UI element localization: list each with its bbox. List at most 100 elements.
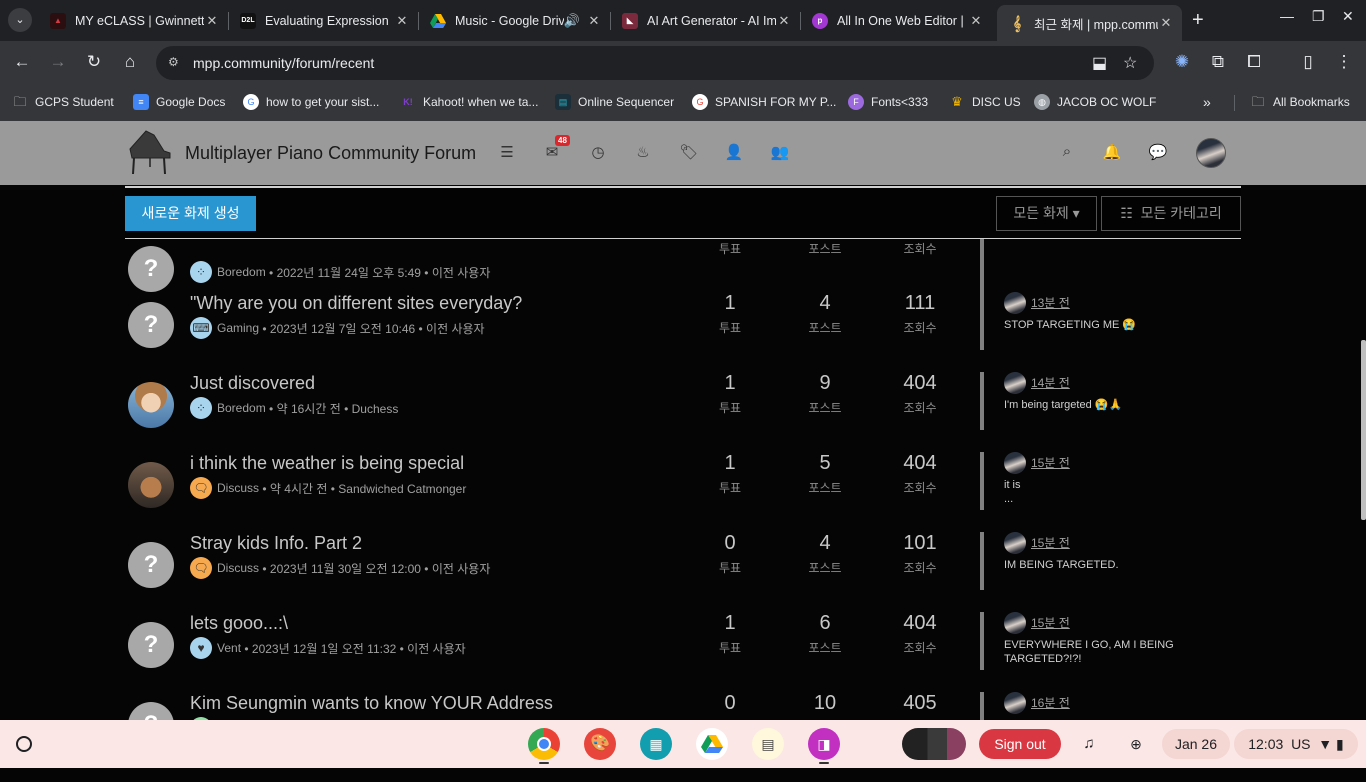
all-categories-button[interactable]: ☷ 모든 카테고리 <box>1101 196 1241 231</box>
piano-logo-icon[interactable] <box>124 127 174 177</box>
all-topics-dropdown[interactable]: 모든 화제 ▾ <box>996 196 1097 231</box>
classroom-app-icon[interactable]: ▦ <box>640 728 672 760</box>
topic-author-avatar[interactable] <box>128 382 174 428</box>
heart-icon[interactable]: ♥ <box>190 637 212 659</box>
last-reply[interactable]: 15분 전 IM BEING TARGETED. <box>980 532 1220 590</box>
last-reply-message: it is ... <box>1004 479 1021 505</box>
topic-author-avatar[interactable]: ? <box>128 622 174 668</box>
topic-title[interactable]: Just discovered <box>190 373 315 394</box>
topic-title[interactable]: "Why are you on different sites everyday… <box>190 293 522 314</box>
recent-clock-icon[interactable]: ◷ <box>587 143 609 163</box>
forum-brand-title[interactable]: Multiplayer Piano Community Forum <box>185 143 476 164</box>
last-reply[interactable]: 13분 전 STOP TARGETING ME 😭 <box>980 292 1220 350</box>
topic-category[interactable]: Discuss <box>217 561 259 575</box>
status-tray[interactable]: 12:03 US ▼ ▮ <box>1234 729 1358 759</box>
last-reply-avatar[interactable] <box>1004 612 1026 634</box>
topic-title[interactable]: i think the weather is being special <box>190 453 464 474</box>
last-reply-time[interactable]: 13분 전 <box>1031 294 1070 311</box>
views-stat: 101 조회수 <box>890 532 950 576</box>
topic-title[interactable]: Kim Seungmin wants to know YOUR Address <box>190 693 553 714</box>
views-stat: 조회수 <box>890 236 950 257</box>
google-drive-app-icon[interactable] <box>696 728 728 760</box>
posts-stat: 4 포스트 <box>795 532 855 576</box>
chat-icon[interactable]: 🗨 <box>190 477 212 499</box>
topic-category[interactable]: Boredom <box>217 265 266 279</box>
date-tray[interactable]: Jan 26 <box>1162 729 1230 759</box>
topic-author-avatar[interactable]: ? <box>128 246 174 292</box>
votes-label: 투표 <box>718 401 742 415</box>
topic-category[interactable]: Gaming <box>217 321 259 335</box>
votes-stat: 1 투표 <box>700 612 760 656</box>
topic-meta: ⌨ Gaming • 2023년 12월 7일 오전 10:46 • 이전 사용자 <box>190 317 485 339</box>
search-icon[interactable]: ⌕ <box>1056 143 1078 163</box>
new-topic-button[interactable]: 새로운 화제 생성 <box>125 196 256 231</box>
votes-count: 1 <box>724 612 736 634</box>
posts-count: 5 <box>819 452 831 474</box>
last-reply-time[interactable]: 15분 전 <box>1031 614 1070 631</box>
groups-icon[interactable]: 👥 <box>769 143 791 163</box>
topic-author-avatar[interactable]: ? <box>128 542 174 588</box>
topic-row[interactable]: ? Stray kids Info. Part 2 🗨 Discuss • 2023년… <box>125 532 1241 622</box>
topic-author-avatar[interactable]: ? <box>128 302 174 348</box>
topic-category[interactable]: Discuss <box>217 481 259 495</box>
last-reply-time[interactable]: 15분 전 <box>1031 534 1070 551</box>
chat-icon[interactable]: 💬 <box>1147 143 1169 163</box>
posts-count: 4 <box>819 292 831 314</box>
unread-badge: 48 <box>555 135 570 146</box>
last-reply-time[interactable]: 14분 전 <box>1031 374 1070 391</box>
keyboard-icon[interactable]: ⌨ <box>190 317 212 339</box>
web-editor-app-icon[interactable]: ◨ <box>808 728 840 764</box>
notes-app-icon[interactable]: ▤ <box>752 728 784 760</box>
all-topics-label: 모든 화제 <box>1013 205 1069 221</box>
last-reply-avatar[interactable] <box>1004 692 1026 714</box>
topic-category[interactable]: Vent <box>217 641 241 655</box>
last-reply[interactable]: 14분 전 I'm being targeted 😭🙏 <box>980 372 1220 430</box>
topic-title[interactable]: lets gooo...:\ <box>190 613 288 634</box>
inbox-icon[interactable]: ✉ <box>541 143 563 163</box>
topic-category[interactable]: Boredom <box>217 401 266 415</box>
scrollbar-thumb[interactable] <box>1361 340 1366 520</box>
last-reply-avatar[interactable] <box>1004 532 1026 554</box>
chrome-app-icon[interactable] <box>528 728 560 764</box>
tags-icon[interactable]: 🏷 <box>678 143 700 163</box>
notifications-bell-icon[interactable]: 🔔 <box>1101 143 1123 163</box>
popular-fire-icon[interactable]: ♨ <box>632 143 654 163</box>
canvas-paint-app-icon[interactable]: 🎨 <box>584 728 616 760</box>
posts-stat: 포스트 <box>795 236 855 257</box>
topic-row[interactable]: Just discovered ⁘ Boredom • 약 16시간 전 • Duc… <box>125 372 1241 462</box>
launcher-circle-icon[interactable] <box>16 736 32 752</box>
sign-out-button[interactable]: Sign out <box>979 729 1061 759</box>
topic-row[interactable]: i think the weather is being special 🗨 Dis… <box>125 452 1241 542</box>
views-stat: 111 조회수 <box>890 292 950 336</box>
add-circle-icon[interactable]: ⊕ <box>1120 729 1152 759</box>
views-label: 조회수 <box>903 561 937 575</box>
last-reply-avatar[interactable] <box>1004 452 1026 474</box>
views-label: 조회수 <box>903 401 937 415</box>
user-avatar[interactable] <box>1196 138 1226 168</box>
holding-space-thumbnails[interactable] <box>902 728 966 760</box>
last-reply[interactable]: 15분 전 EVERYWHERE I GO, AM I BEING TARGETE… <box>980 612 1220 670</box>
topic-row[interactable]: ? lets gooo...:\ ♥ Vent • 2023년 12월 1일 오전 1… <box>125 612 1241 702</box>
dots-icon[interactable]: ⁘ <box>190 397 212 419</box>
last-reply[interactable] <box>980 236 1220 294</box>
last-reply-message: EVERYWHERE I GO, AM I BEING TARGETED?!?! <box>1004 639 1174 665</box>
dots-icon[interactable]: ⁘ <box>190 261 212 283</box>
posts-label: 포스트 <box>808 401 842 415</box>
last-reply-time[interactable]: 16분 전 <box>1031 694 1070 711</box>
user-icon[interactable]: 👤 <box>723 143 745 163</box>
topic-timestamp-author: • 약 4시간 전 • Sandwiched Catmonger <box>262 481 467 496</box>
topic-row[interactable]: ? "Why are you on different sites everyda… <box>125 292 1241 382</box>
topic-title[interactable]: Stray kids Info. Part 2 <box>190 533 362 554</box>
last-reply-avatar[interactable] <box>1004 292 1026 314</box>
last-reply-time[interactable]: 15분 전 <box>1031 454 1070 471</box>
topic-author-avatar[interactable] <box>128 462 174 508</box>
media-playlist-icon[interactable]: ♫ <box>1072 729 1106 759</box>
topic-timestamp-author: • 약 16시간 전 • Duchess <box>269 401 399 416</box>
last-reply-avatar[interactable] <box>1004 372 1026 394</box>
categories-list-icon[interactable]: ☰ <box>496 143 518 163</box>
last-reply[interactable]: 15분 전 it is ... <box>980 452 1220 510</box>
topic-meta: ⁘ Boredom • 2022년 11월 24일 오후 5:49 • 이전 사용… <box>190 261 490 283</box>
chat-icon[interactable]: 🗨 <box>190 557 212 579</box>
views-label: 조회수 <box>903 481 937 495</box>
posts-stat: 4 포스트 <box>795 292 855 336</box>
